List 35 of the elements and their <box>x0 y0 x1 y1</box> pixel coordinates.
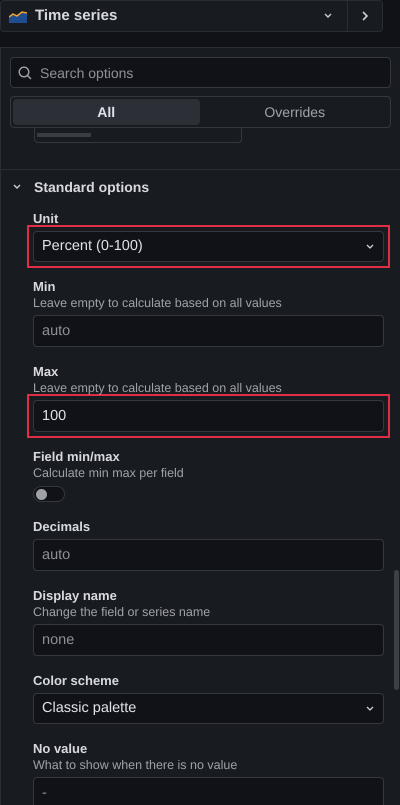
field-description: Calculate min max per field <box>33 465 185 481</box>
field-description: Leave empty to calculate based on all values <box>33 295 283 311</box>
chevron-right-icon[interactable] <box>361 10 369 22</box>
input-field[interactable] <box>34 128 242 143</box>
chevron-down-icon <box>365 704 375 712</box>
field-label: Min <box>33 278 56 295</box>
field-label: Color scheme <box>33 672 120 689</box>
field-label: Display name <box>33 587 118 604</box>
tab[interactable]: Overrides <box>202 99 388 125</box>
field-description: What to show when there is no value <box>33 757 238 773</box>
field-label: Unit <box>33 210 60 227</box>
input-field[interactable]: none <box>33 624 384 656</box>
field-description: Leave empty to calculate based on all values <box>33 380 283 396</box>
input-field[interactable]: - <box>33 777 384 805</box>
select-field[interactable]: Classic palette <box>33 693 384 724</box>
input-field[interactable]: auto <box>33 539 384 571</box>
field-label: No value <box>33 740 88 757</box>
chevron-down-icon[interactable] <box>13 184 21 190</box>
chevron-down-icon <box>365 242 375 250</box>
field-label: Max <box>33 363 60 380</box>
panel-type-title: Time series <box>35 6 118 26</box>
input-field[interactable]: auto <box>33 315 384 347</box>
tab[interactable]: All <box>13 99 200 125</box>
chart-icon <box>9 9 27 23</box>
select-field[interactable]: Percent (0-100) <box>33 231 384 262</box>
scrollbar[interactable] <box>394 570 399 690</box>
search-icon <box>18 66 32 80</box>
search-field[interactable]: Search options <box>10 57 391 88</box>
field-label: Decimals <box>33 518 92 535</box>
section-title[interactable]: Standard options <box>34 176 150 198</box>
chevron-down-icon[interactable] <box>323 12 333 20</box>
field-label: Field min/max <box>33 448 121 465</box>
input-field[interactable]: 100 <box>33 400 384 432</box>
toggle-switch[interactable] <box>33 486 65 502</box>
field-description: Change the field or series name <box>33 604 212 620</box>
